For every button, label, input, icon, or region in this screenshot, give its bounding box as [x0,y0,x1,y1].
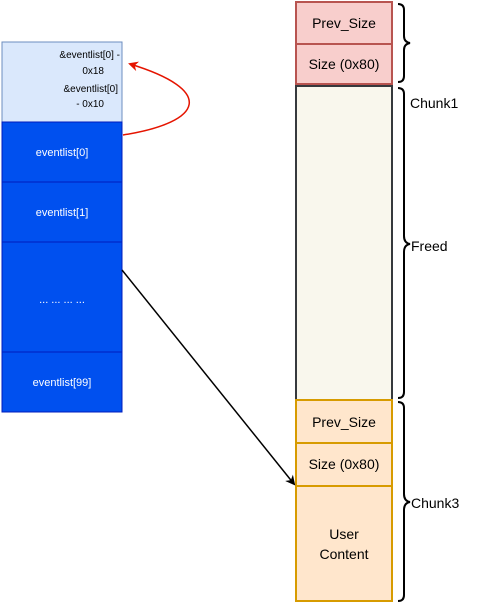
eventlist-cell-99-label: eventlist[99] [33,377,92,389]
header-text-2b: - 0x10 [76,99,104,110]
chunk1-size-label: Size (0x80) [309,56,380,72]
brace-header [397,3,411,83]
chunk1-prev-size-label: Prev_Size [312,15,376,31]
header-text-2a: &eventlist[0] [64,84,119,95]
eventlist-header-cell: &eventlist[0] - 0x18 &eventlist[0] - 0x1… [1,41,123,123]
braces [397,3,411,602]
pointer-to-chunk3-arrow [121,269,296,486]
header-text-1a: &eventlist[0] - [59,50,120,61]
user-content-box [295,485,393,602]
eventlist-ellipsis: ... ... ... ... [39,294,85,306]
user-content-line1: User [329,526,359,542]
heap-diagram: &eventlist[0] - 0x18 &eventlist[0] - 0x1… [1,1,459,602]
chunk3-prev-size-label: Prev_Size [312,414,376,430]
user-content-line2: Content [319,546,368,562]
header-text-1b: 0x18 [82,66,104,77]
brace-freed [397,87,411,399]
brace-chunk3 [397,401,411,602]
freed-region [295,85,393,401]
eventlist-cell-1-label: eventlist[1] [36,207,89,219]
eventlist-array: eventlist[0] eventlist[1] ... ... ... ..… [1,121,123,413]
red-pointer-arrow [122,61,191,136]
chunk3-size-label: Size (0x80) [309,456,380,472]
chunk3-label: Chunk3 [411,495,459,511]
heap-column: Prev_Size Size (0x80) Prev_Size Size (0x… [295,1,393,602]
freed-label: Freed [411,238,448,254]
chunk1-label: Chunk1 [410,95,458,111]
eventlist-cell-0-label: eventlist[0] [36,147,89,159]
